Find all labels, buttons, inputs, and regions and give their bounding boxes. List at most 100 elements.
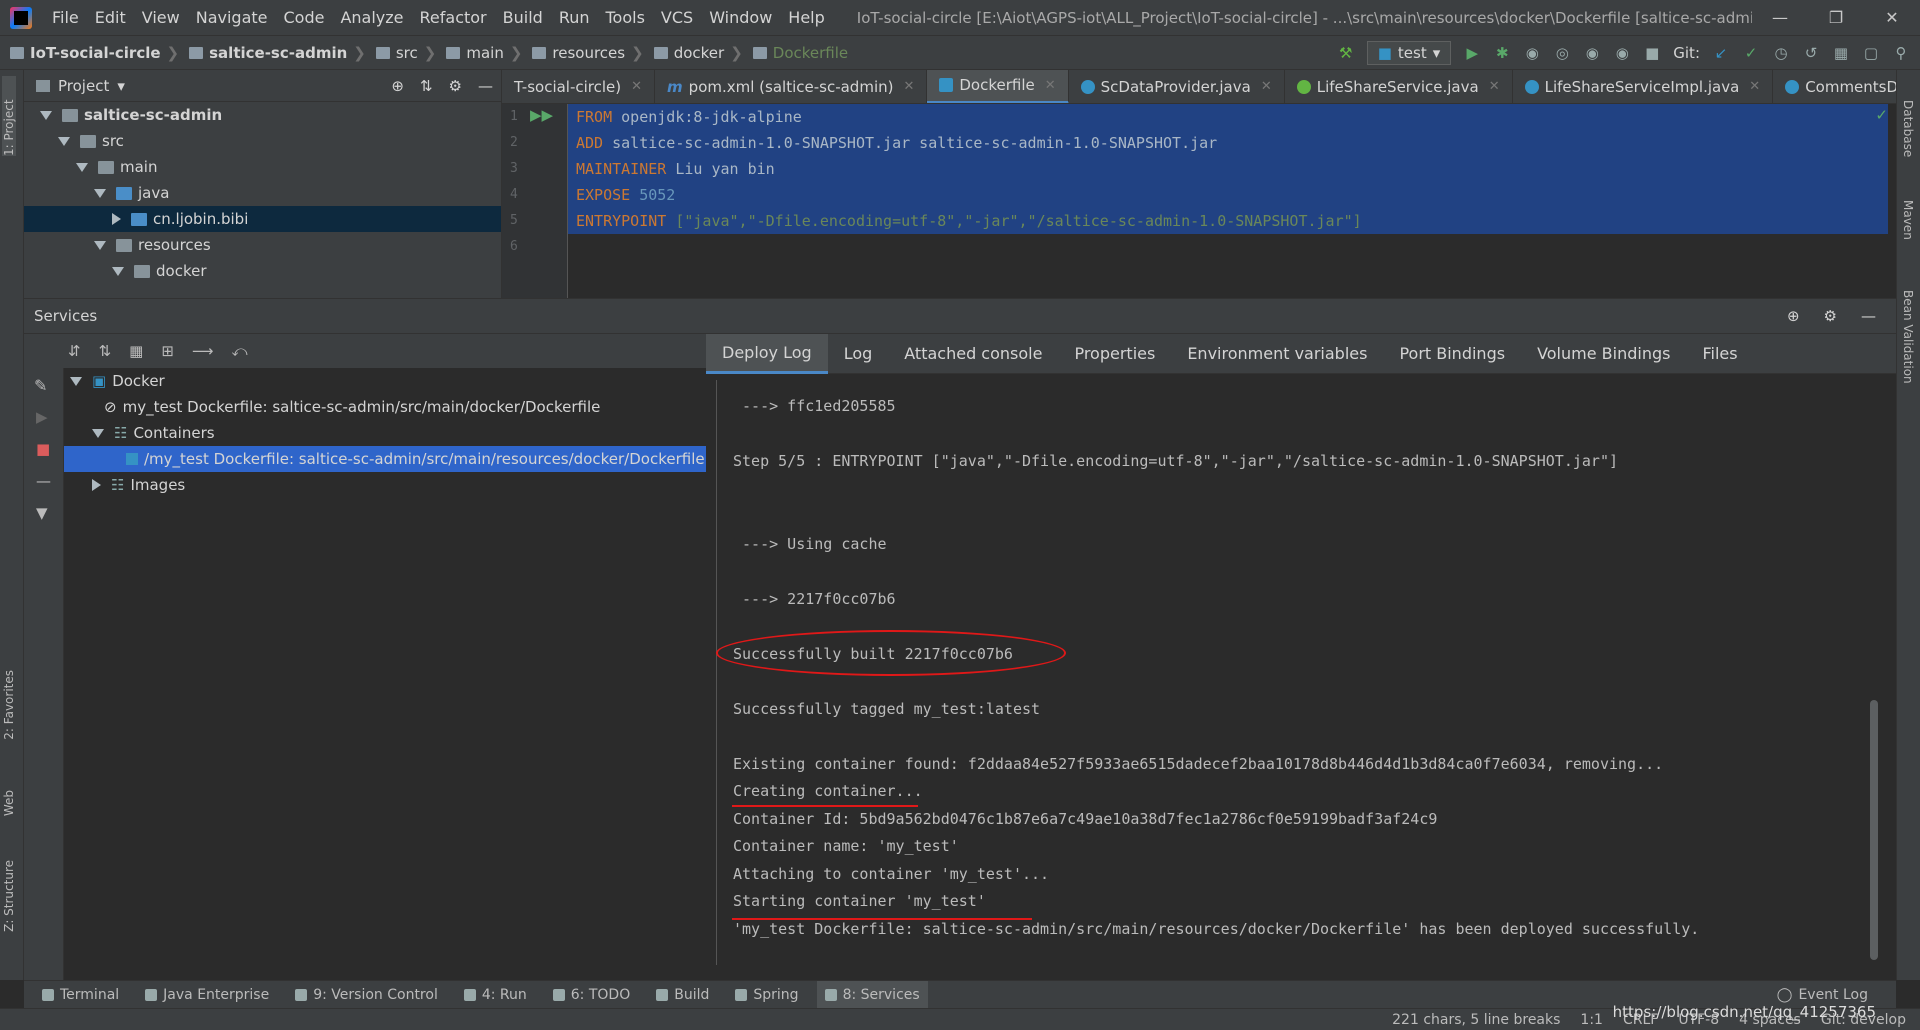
bottom-tool-tab[interactable]: 8: Services <box>816 980 928 1009</box>
menu-window[interactable]: Window <box>701 8 780 27</box>
hide-panel-icon[interactable]: — <box>1861 307 1876 325</box>
log-scrollbar[interactable] <box>1870 700 1878 960</box>
tool-tab-favorites[interactable]: 2: Favorites <box>2 670 16 740</box>
new-service-icon[interactable]: ⊞ <box>161 342 174 360</box>
gear-icon[interactable]: ⚙ <box>449 77 462 95</box>
expanded-arrow-icon[interactable] <box>94 188 106 198</box>
menu-tools[interactable]: Tools <box>598 8 653 27</box>
expanded-arrow-icon[interactable] <box>76 162 88 172</box>
filter-icon[interactable]: ▼ <box>36 504 48 522</box>
editor-tab[interactable]: m pom.xml (saltice-sc-admin) ✕ <box>655 70 928 103</box>
tool-tab-project[interactable]: 1: Project <box>2 76 16 156</box>
services-detail-tab[interactable]: Deploy Log <box>706 333 828 374</box>
hide-panel-icon[interactable]: — <box>478 77 493 95</box>
group-by-icon[interactable]: ▦ <box>129 342 143 360</box>
stop-icon[interactable]: ■ <box>1643 44 1661 62</box>
expanded-arrow-icon[interactable] <box>70 376 82 386</box>
minimize-button[interactable]: — <box>1752 8 1808 27</box>
expanded-arrow-icon[interactable] <box>58 136 70 146</box>
bottom-tool-tab[interactable]: Spring <box>727 981 806 1009</box>
close-tab-icon[interactable]: ✕ <box>1489 79 1500 94</box>
collapsed-arrow-icon[interactable] <box>112 213 121 225</box>
service-tree-item[interactable]: ☷ Images <box>64 472 706 498</box>
tool-tab-structure[interactable]: Z: Structure <box>2 860 16 932</box>
git-commit-icon[interactable]: ✓ <box>1742 44 1760 62</box>
close-tab-icon[interactable]: ✕ <box>1045 78 1056 93</box>
run-icon[interactable]: ▶ <box>1463 44 1481 62</box>
collapse-all-icon[interactable]: ⇅ <box>420 77 433 95</box>
project-tree-item[interactable]: cn.ljobin.bibi <box>24 206 501 232</box>
tool-tab-web[interactable]: Web <box>2 790 16 816</box>
delete-icon[interactable]: — <box>36 472 51 490</box>
debug-icon[interactable]: ✱ <box>1493 44 1511 62</box>
services-detail-tab[interactable]: Environment variables <box>1171 334 1383 374</box>
expand-all-icon[interactable]: ⇵ <box>68 342 81 360</box>
git-history-icon[interactable]: ◷ <box>1772 44 1790 62</box>
run-config-select[interactable]: ■ test ▾ <box>1366 40 1452 65</box>
close-tab-icon[interactable]: ✕ <box>1261 79 1272 94</box>
chevron-down-icon[interactable]: ▾ <box>117 77 125 95</box>
menu-analyze[interactable]: Analyze <box>332 8 411 27</box>
project-tree-item[interactable]: main <box>24 154 501 180</box>
editor-tab[interactable]: LifeShareService.java ✕ <box>1285 70 1513 103</box>
project-structure-icon[interactable]: ▦ <box>1832 44 1850 62</box>
project-tree-item[interactable]: java <box>24 180 501 206</box>
git-update-icon[interactable]: ↙ <box>1712 44 1730 62</box>
run-gutter-icon[interactable]: ▶▶ <box>530 106 553 124</box>
expanded-arrow-icon[interactable] <box>94 240 106 250</box>
tool-tab-database[interactable]: Database <box>1901 100 1915 157</box>
restore-button[interactable]: ❐ <box>1808 8 1864 27</box>
menu-file[interactable]: File <box>44 8 87 27</box>
project-tree-item[interactable]: resources <box>24 232 501 258</box>
close-tab-icon[interactable]: ✕ <box>1749 79 1760 94</box>
service-tree-item[interactable]: ▣ Docker <box>64 368 706 394</box>
crumb-main[interactable]: main ❯ <box>436 44 522 62</box>
editor-tab[interactable]: ScDataProvider.java ✕ <box>1069 70 1285 103</box>
crumb-resources[interactable]: resources ❯ <box>522 44 644 62</box>
bottom-tool-tab[interactable]: 4: Run <box>456 981 535 1009</box>
crumb-src[interactable]: src ❯ <box>366 44 436 62</box>
services-detail-tab[interactable]: Attached console <box>888 334 1058 374</box>
service-tree-item[interactable]: ☷ Containers <box>64 420 706 446</box>
profile-icon[interactable]: ◎ <box>1553 44 1571 62</box>
bottom-tool-tab[interactable]: 6: TODO <box>545 981 638 1009</box>
close-tab-icon[interactable]: ✕ <box>903 79 914 94</box>
expanded-arrow-icon[interactable] <box>112 266 124 276</box>
concurrency-icon[interactable]: ◉ <box>1613 44 1631 62</box>
menu-run[interactable]: Run <box>551 8 598 27</box>
git-rollback-icon[interactable]: ↺ <box>1802 44 1820 62</box>
menu-help[interactable]: Help <box>780 8 832 27</box>
tool-tab-bean-validation[interactable]: Bean Validation <box>1901 290 1915 384</box>
expanded-arrow-icon[interactable] <box>92 428 104 438</box>
menu-code[interactable]: Code <box>276 8 333 27</box>
editor-tab[interactable]: LifeShareServiceImpl.java ✕ <box>1513 70 1774 103</box>
services-detail-tab[interactable]: Files <box>1686 334 1753 374</box>
expanded-arrow-icon[interactable] <box>40 110 52 120</box>
crumb-module[interactable]: saltice-sc-admin ❯ <box>179 44 366 62</box>
project-panel-title[interactable]: Project <box>58 77 109 95</box>
menu-edit[interactable]: Edit <box>87 8 134 27</box>
menu-navigate[interactable]: Navigate <box>188 8 276 27</box>
project-tree-item[interactable]: saltice-sc-admin <box>24 102 501 128</box>
bottom-tool-tab[interactable]: Build <box>648 981 717 1009</box>
services-detail-tab[interactable]: Log <box>828 334 889 374</box>
project-tree-item[interactable]: docker <box>24 258 501 284</box>
menu-build[interactable]: Build <box>495 8 551 27</box>
attach-icon[interactable]: ◉ <box>1583 44 1601 62</box>
service-tree-item[interactable]: /my_test Dockerfile: saltice-sc-admin/sr… <box>64 446 706 472</box>
edit-icon[interactable]: ✎ <box>34 376 47 395</box>
service-tree-item[interactable]: ⊘ my_test Dockerfile: saltice-sc-admin/sr… <box>64 394 706 420</box>
services-detail-tab[interactable]: Port Bindings <box>1383 334 1521 374</box>
collapse-all-icon[interactable]: ⇅ <box>99 342 112 360</box>
crumb-dockerfile[interactable]: Dockerfile <box>743 44 848 62</box>
branch-icon[interactable]: ⤺ <box>231 342 247 360</box>
code-editor[interactable]: FROM openjdk:8-jdk-alpine ADD saltice-sc-… <box>568 104 1896 298</box>
stop-icon[interactable]: ■ <box>36 440 50 458</box>
share-icon[interactable]: ⟶ <box>192 342 214 360</box>
tool-tab-maven[interactable]: Maven <box>1901 200 1915 240</box>
close-tab-icon[interactable]: ✕ <box>631 79 642 94</box>
bottom-tool-tab[interactable]: 9: Version Control <box>287 981 446 1009</box>
menu-view[interactable]: View <box>134 8 188 27</box>
editor-tab[interactable]: Dockerfile ✕ <box>927 70 1069 103</box>
editor-tab[interactable]: T-social-circle) ✕ <box>502 70 656 103</box>
